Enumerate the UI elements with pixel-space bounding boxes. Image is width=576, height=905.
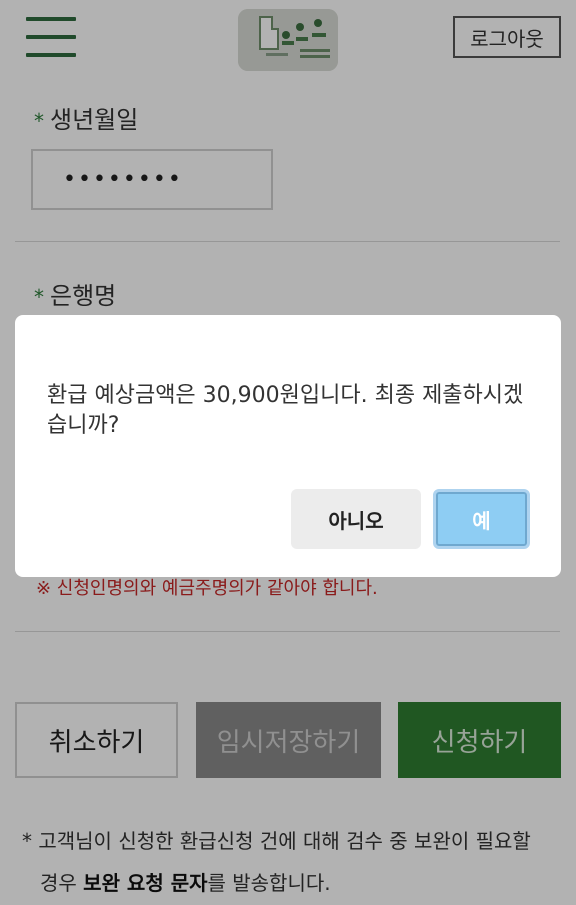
dialog-message: 환급 예상금액은 30,900원입니다. 최종 제출하시겠습니까?	[47, 383, 524, 438]
confirm-dialog: 환급 예상금액은 30,900원입니다. 최종 제출하시겠습니까? 아니오 예	[15, 315, 561, 577]
yes-button[interactable]: 예	[433, 489, 530, 549]
no-button[interactable]: 아니오	[291, 489, 421, 549]
